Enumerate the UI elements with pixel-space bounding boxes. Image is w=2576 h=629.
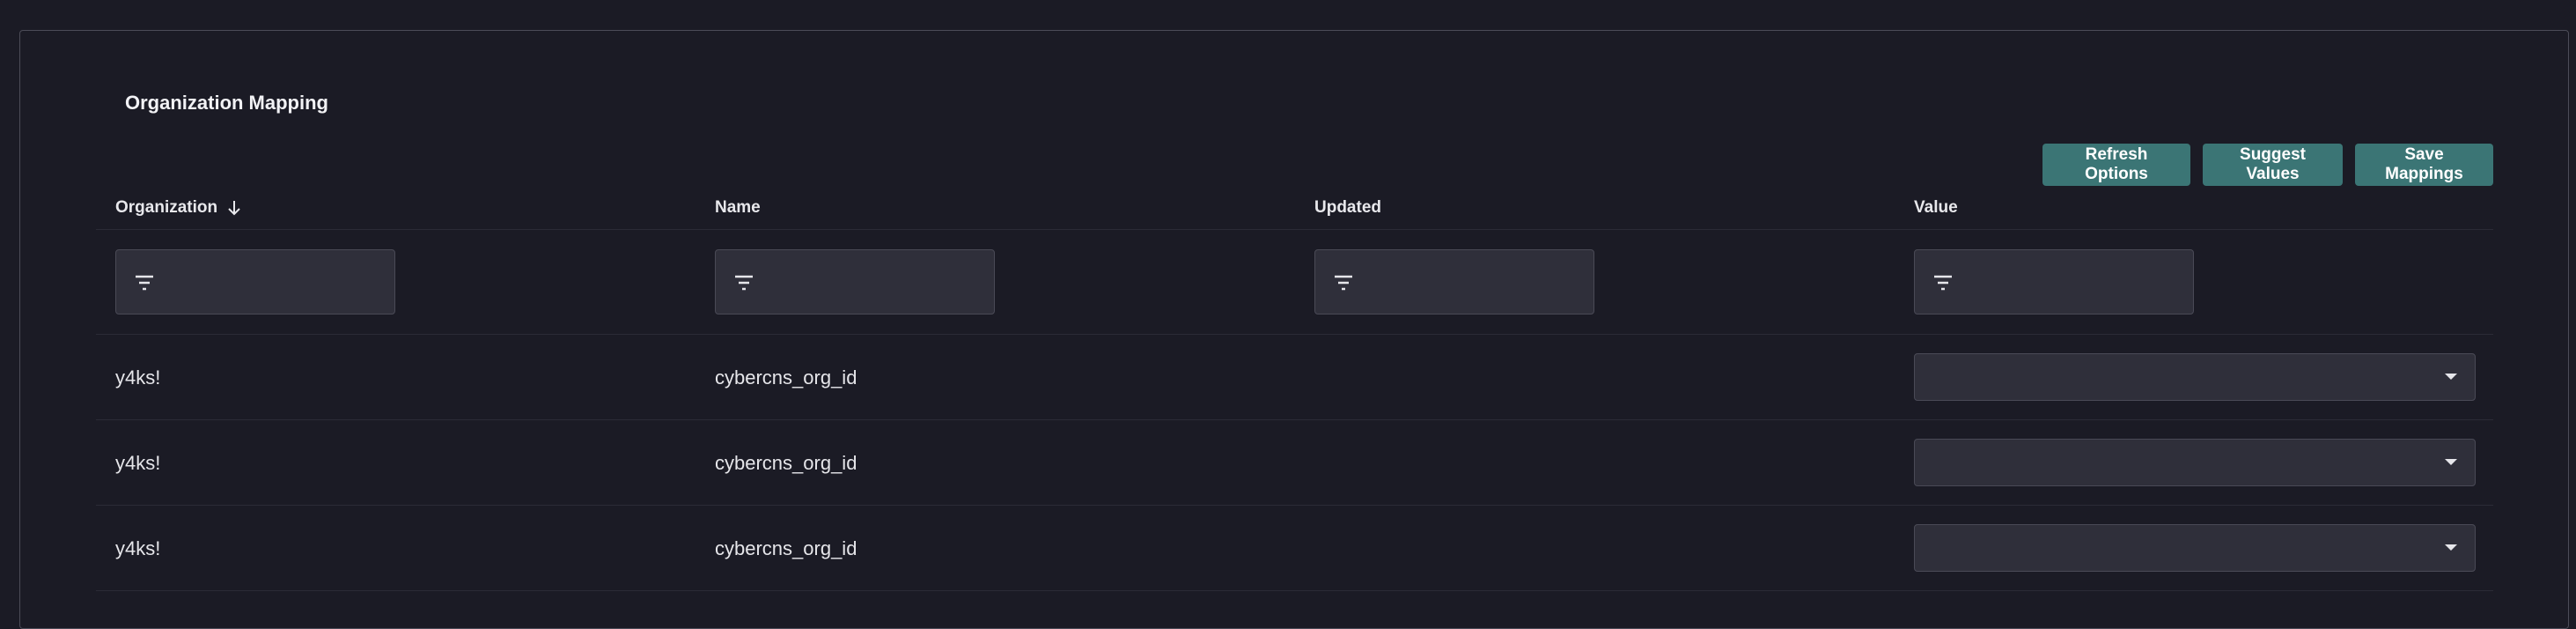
name-cell: cybercns_org_id [715,366,857,388]
arrow-down-icon [228,201,240,216]
column-header-value[interactable]: Value [1914,198,1958,218]
name-cell: cybercns_org_id [715,452,857,474]
organization-filter-input[interactable] [115,249,395,314]
column-header-label: Value [1914,198,1958,217]
updated-filter-input[interactable] [1314,249,1594,314]
column-header-name[interactable]: Name [715,198,761,218]
column-header-updated[interactable]: Updated [1314,198,1381,218]
value-select[interactable] [1914,524,2476,572]
column-header-label: Name [715,198,761,217]
save-mappings-button[interactable]: Save Mappings [2355,144,2493,186]
value-select[interactable] [1914,353,2476,401]
organization-cell: y4ks! [115,366,161,388]
organization-cell: y4ks! [115,537,161,559]
organization-cell: y4ks! [115,452,161,474]
column-header-label: Updated [1314,198,1381,217]
column-header-organization[interactable]: Organization [115,198,242,218]
value-select[interactable] [1914,439,2476,486]
filter-icon [136,275,153,291]
filter-icon [1335,275,1352,291]
table-row: y4ks! cybercns_org_id [96,335,2493,420]
refresh-options-button[interactable]: Refresh Options [2042,144,2190,186]
table-row: y4ks! cybercns_org_id [96,506,2493,591]
filter-icon [1934,275,1952,291]
column-header-label: Organization [115,198,218,217]
name-filter-input[interactable] [715,249,995,314]
panel-title: Organization Mapping [125,92,328,114]
caret-down-icon [2445,544,2457,551]
caret-down-icon [2445,459,2457,465]
caret-down-icon [2445,374,2457,380]
value-filter-input[interactable] [1914,249,2194,314]
suggest-values-button[interactable]: Suggest Values [2203,144,2343,186]
name-cell: cybercns_org_id [715,537,857,559]
table-row: y4ks! cybercns_org_id [96,420,2493,506]
mapping-table: Organization Name Updated Value y4ks! cy… [96,187,2493,591]
filter-icon [735,275,753,291]
table-header-row: Organization Name Updated Value [96,187,2493,230]
toolbar: Refresh Options Suggest Values Save Mapp… [2042,144,2493,186]
filter-row [96,230,2493,335]
